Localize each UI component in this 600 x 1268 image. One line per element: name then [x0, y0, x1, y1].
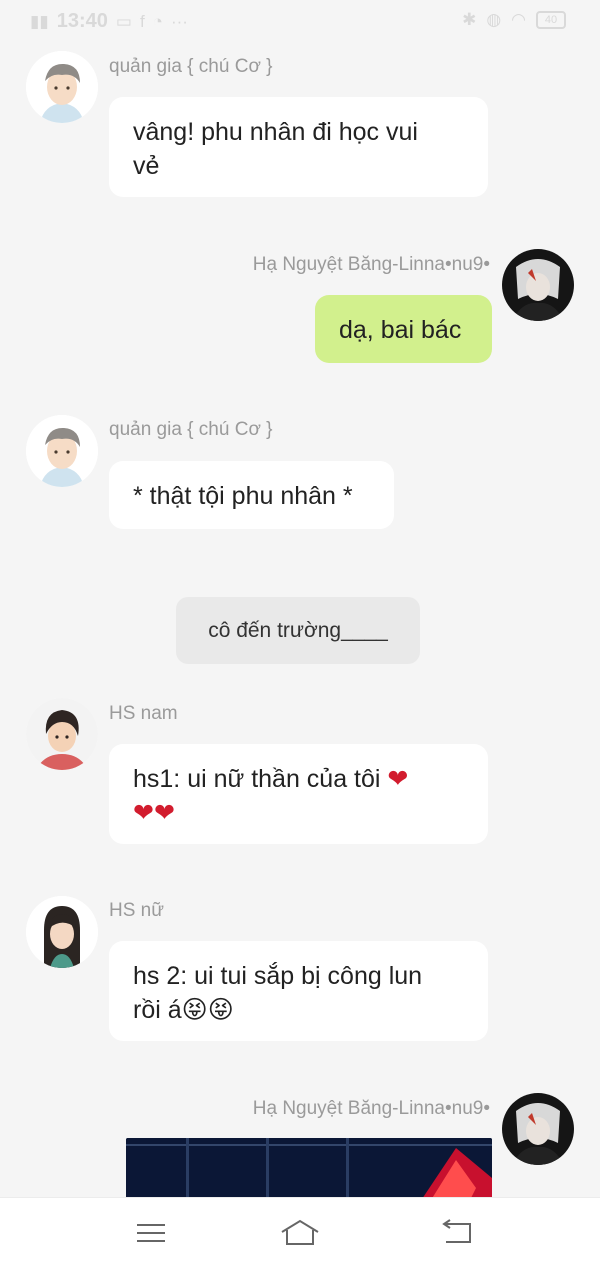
status-bar: ▮▮ 13:40 ▭ f ◔ ··· ✱ ◍ ◠ 40 [0, 0, 600, 44]
sender-name: quản gia { chú Cơ } [109, 419, 273, 440]
home-button[interactable] [280, 1216, 320, 1250]
sender-name: Hạ Nguyệt Băng-Linna•nu9• [252, 1098, 490, 1119]
menu-icon [137, 1224, 165, 1242]
navigation-bar [0, 1197, 600, 1268]
sender-name: quản gia { chú Cơ } [109, 56, 273, 77]
notification-icon: ▭ [115, 11, 132, 31]
boy-avatar-icon [26, 698, 98, 770]
avatar-me[interactable] [502, 249, 574, 321]
facebook-icon: f [139, 11, 145, 31]
sender-name: Hạ Nguyệt Băng-Linna•nu9• [252, 254, 490, 275]
message-text-line: rồi á😝😝 [133, 993, 464, 1027]
avatar-butler[interactable] [26, 415, 98, 487]
message-text-line: vâng! phu nhân đi học vui [133, 118, 418, 146]
user-avatar-icon [502, 249, 574, 321]
message-text: hs1: ui nữ thần của tôi [133, 765, 381, 793]
message-bubble[interactable]: hs 2: ui tui sắp bị công lun rồi á😝😝 [109, 941, 488, 1041]
heart-emoji: ❤❤ [133, 799, 175, 827]
girl-avatar-icon [26, 896, 98, 968]
avatar-hs-nu[interactable] [26, 896, 98, 968]
sender-name: HS nữ [109, 900, 164, 921]
signal-icon: ▮▮ [30, 11, 49, 31]
home-icon [281, 1219, 319, 1245]
message-bubble[interactable]: vâng! phu nhân đi học vui vẻ [109, 97, 488, 197]
back-button[interactable] [438, 1216, 478, 1250]
back-icon [442, 1219, 471, 1243]
bluetooth-icon: ✱ [462, 10, 477, 29]
status-time: 13:40 [56, 10, 108, 32]
user-avatar-icon [502, 1093, 574, 1165]
laughing-emoji: 😝😝 [181, 996, 234, 1024]
avatar-me[interactable] [502, 1093, 574, 1165]
system-message: cô đến trường____ [176, 597, 420, 664]
message-text-line: vẻ [133, 152, 160, 180]
my-message-bubble[interactable]: dạ, bai bác [315, 295, 492, 363]
heart-emoji: ❤ [387, 765, 409, 793]
message-text-line: hs1: ui nữ thần của tôi ❤ [133, 762, 464, 796]
message-text: * thật tội phu nhân * [133, 482, 353, 510]
menu-button[interactable] [131, 1216, 171, 1250]
wifi-icon: ◠ [511, 10, 526, 29]
message-text: dạ, bai bác [339, 316, 462, 344]
avatar-hs-nam[interactable] [26, 698, 98, 770]
more-notifications-icon: ··· [170, 11, 188, 31]
avatar-butler[interactable] [26, 51, 98, 123]
butler-avatar-icon [26, 51, 98, 123]
message-bubble[interactable]: hs1: ui nữ thần của tôi ❤ ❤❤ [109, 744, 488, 844]
data-icon: ◍ [486, 10, 502, 29]
message-text-line: hs 2: ui tui sắp bị công lun [133, 962, 423, 990]
battery-icon: 40 [536, 11, 566, 29]
butler-avatar-icon [26, 415, 98, 487]
messenger-icon: ◔ [152, 11, 163, 31]
sender-name: HS nam [109, 703, 178, 724]
message-bubble[interactable]: * thật tội phu nhân * [109, 461, 394, 529]
message-text: rồi á [133, 996, 182, 1024]
